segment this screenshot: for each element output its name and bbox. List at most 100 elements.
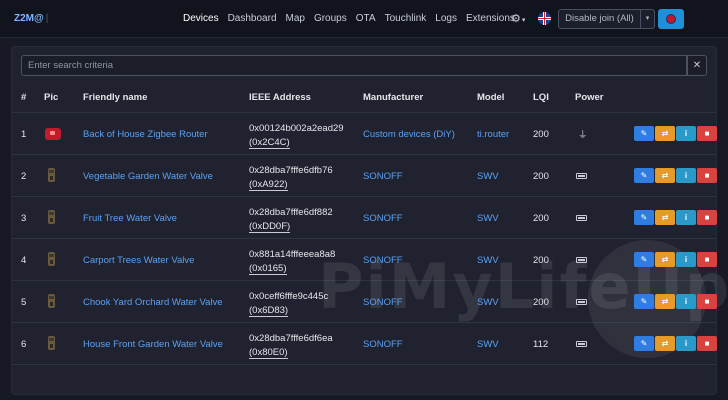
edit-button[interactable]: ✎ xyxy=(634,336,654,351)
device-friendly-name-link[interactable]: Carport Trees Water Valve xyxy=(83,255,194,266)
ieee-address-value: 0x28dba7fffe6dfb76 xyxy=(249,165,333,176)
model-link[interactable]: SWV xyxy=(477,213,499,224)
battery-icon xyxy=(576,173,587,179)
manufacturer-link[interactable]: SONOFF xyxy=(363,171,403,182)
model-link[interactable]: SWV xyxy=(477,171,499,182)
ieee-address: 0x00124b002a2ead29 (0x2C4C) xyxy=(249,122,344,150)
row-actions: ✎ ⇄ i ■ xyxy=(634,210,717,225)
header-friendly-name[interactable]: Friendly name xyxy=(83,92,147,103)
rename-icon: ⇄ xyxy=(661,339,669,348)
nav-link-groups[interactable]: Groups xyxy=(314,13,347,24)
manufacturer-link[interactable]: SONOFF xyxy=(363,339,403,350)
edit-button[interactable]: ✎ xyxy=(634,210,654,225)
manufacturer-link[interactable]: Custom devices (DiY) xyxy=(363,129,455,140)
remove-button[interactable]: ■ xyxy=(697,252,717,267)
info-icon: i xyxy=(684,339,688,348)
edit-button[interactable]: ✎ xyxy=(634,294,654,309)
nav-link-map[interactable]: Map xyxy=(286,13,305,24)
rename-icon: ⇄ xyxy=(661,129,669,138)
model-link[interactable]: ti.router xyxy=(477,129,509,140)
edit-button[interactable]: ✎ xyxy=(634,126,654,141)
manufacturer-link[interactable]: SONOFF xyxy=(363,255,403,266)
ieee-address: 0x28dba7fffe6df882 (0xDD0F) xyxy=(249,206,333,234)
edit-icon: ✎ xyxy=(640,171,648,180)
model-link[interactable]: SWV xyxy=(477,297,499,308)
network-address: (0x6D83) xyxy=(249,305,289,317)
device-friendly-name-link[interactable]: Back of House Zigbee Router xyxy=(83,129,208,140)
info-button[interactable]: i xyxy=(676,252,696,267)
rename-button[interactable]: ⇄ xyxy=(655,168,675,183)
row-number: 5 xyxy=(21,297,27,308)
model-link[interactable]: SWV xyxy=(477,339,499,350)
remove-button[interactable]: ■ xyxy=(697,126,717,141)
edit-button[interactable]: ✎ xyxy=(634,252,654,267)
manufacturer-link[interactable]: SONOFF xyxy=(363,297,403,308)
remove-button[interactable]: ■ xyxy=(697,168,717,183)
rename-button[interactable]: ⇄ xyxy=(655,336,675,351)
remove-button[interactable]: ■ xyxy=(697,210,717,225)
header-model[interactable]: Model xyxy=(477,92,504,103)
edit-button[interactable]: ✎ xyxy=(634,168,654,183)
device-friendly-name-link[interactable]: House Front Garden Water Valve xyxy=(83,339,223,350)
device-friendly-name-link[interactable]: Fruit Tree Water Valve xyxy=(83,213,177,224)
nav-link-logs[interactable]: Logs xyxy=(435,13,457,24)
info-button[interactable]: i xyxy=(676,336,696,351)
model-link[interactable]: SWV xyxy=(477,255,499,266)
permit-join-button[interactable] xyxy=(658,9,684,29)
ieee-address-value: 0x0ceff6fffe9c445c xyxy=(249,291,329,302)
rename-button[interactable]: ⇄ xyxy=(655,126,675,141)
remove-icon: ■ xyxy=(704,339,710,348)
ieee-address: 0x28dba7fffe6df6ea (0x80E0) xyxy=(249,332,333,360)
device-friendly-name-link[interactable]: Vegetable Garden Water Valve xyxy=(83,171,213,182)
valve-device-image xyxy=(48,336,55,350)
info-button[interactable]: i xyxy=(676,168,696,183)
lqi-value: 200 xyxy=(533,171,549,182)
header-manufacturer[interactable]: Manufacturer xyxy=(363,92,423,103)
row-actions: ✎ ⇄ i ■ xyxy=(634,294,717,309)
gear-icon[interactable]: ⚙▾ xyxy=(511,12,525,25)
nav-link-ota[interactable]: OTA xyxy=(356,13,376,24)
info-button[interactable]: i xyxy=(676,210,696,225)
table-row: 2 Vegetable Garden Water Valve 0x28dba7fff… xyxy=(12,155,717,197)
remove-icon: ■ xyxy=(704,129,710,138)
ieee-address: 0x881a14fffeeea8a8 (0x0165) xyxy=(249,248,335,276)
nav-link-touchlink[interactable]: Touchlink xyxy=(385,13,427,24)
info-icon: i xyxy=(684,213,688,222)
header-lqi[interactable]: LQI xyxy=(533,92,549,103)
rename-button[interactable]: ⇄ xyxy=(655,294,675,309)
ieee-address-value: 0x881a14fffeeea8a8 xyxy=(249,249,336,260)
rename-icon: ⇄ xyxy=(661,255,669,264)
row-actions: ✎ ⇄ i ■ xyxy=(634,252,717,267)
nav-link-dashboard[interactable]: Dashboard xyxy=(228,13,277,24)
uk-flag-icon[interactable] xyxy=(538,12,551,25)
battery-icon xyxy=(576,215,587,221)
rename-button[interactable]: ⇄ xyxy=(655,252,675,267)
search-input[interactable]: Enter search criteria xyxy=(21,55,687,76)
brand-separator: | xyxy=(45,13,49,24)
device-friendly-name-link[interactable]: Chook Yard Orchard Water Valve xyxy=(83,297,223,308)
table-row: 3 Fruit Tree Water Valve 0x28dba7fffe6df88… xyxy=(12,197,717,239)
edit-icon: ✎ xyxy=(640,255,648,264)
info-button[interactable]: i xyxy=(676,126,696,141)
valve-device-image xyxy=(48,252,55,266)
nav-link-devices[interactable]: Devices xyxy=(183,13,219,24)
edit-icon: ✎ xyxy=(640,129,648,138)
rename-icon: ⇄ xyxy=(661,213,669,222)
rename-button[interactable]: ⇄ xyxy=(655,210,675,225)
disable-join-button[interactable]: Disable join (All) xyxy=(558,9,641,29)
valve-device-image xyxy=(48,294,55,308)
brand-logo[interactable]: Z2M@ | xyxy=(14,13,48,24)
row-number: 4 xyxy=(21,255,27,266)
manufacturer-link[interactable]: SONOFF xyxy=(363,213,403,224)
header-power[interactable]: Power xyxy=(575,92,604,103)
ieee-address-value: 0x28dba7fffe6df6ea xyxy=(249,333,333,344)
header-ieee-address[interactable]: IEEE Address xyxy=(249,92,311,103)
row-number: 6 xyxy=(21,339,27,350)
info-button[interactable]: i xyxy=(676,294,696,309)
remove-button[interactable]: ■ xyxy=(697,336,717,351)
nav-link-extensions[interactable]: Extensions xyxy=(466,13,515,24)
plug-icon: ⏚ xyxy=(578,130,588,141)
join-dropdown-toggle[interactable]: ▾ xyxy=(641,9,655,29)
clear-search-button[interactable]: ✕ xyxy=(687,55,707,76)
remove-button[interactable]: ■ xyxy=(697,294,717,309)
